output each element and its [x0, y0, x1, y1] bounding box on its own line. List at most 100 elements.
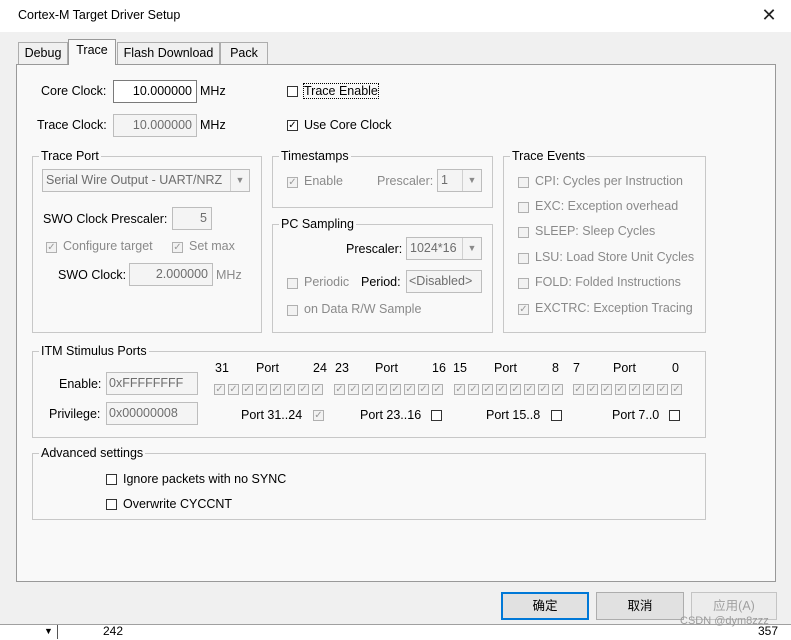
periodic-checkbox[interactable]	[287, 278, 298, 289]
itm-bit-14-checkbox[interactable]: ✓	[468, 384, 479, 395]
itm-header-8: 8	[552, 361, 559, 375]
itm-bit-7-checkbox[interactable]: ✓	[573, 384, 584, 395]
itm-bit-22-checkbox[interactable]: ✓	[348, 384, 359, 395]
ignore-packets-checkbox[interactable]	[106, 474, 117, 485]
swo-prescaler-input[interactable]: 5	[172, 207, 212, 230]
port-23-16-checkbox[interactable]	[431, 410, 442, 421]
itm-bit-27-checkbox[interactable]: ✓	[270, 384, 281, 395]
itm-bit-24-checkbox[interactable]: ✓	[312, 384, 323, 395]
background-divider	[57, 625, 58, 639]
itm-bit-19-checkbox[interactable]: ✓	[390, 384, 401, 395]
itm-bit-2-checkbox[interactable]: ✓	[643, 384, 654, 395]
port-23-16-label: Port 23..16	[360, 408, 422, 422]
itm-header-16: 16	[432, 361, 446, 375]
cancel-button[interactable]: 取消	[596, 592, 684, 620]
trace-port-title: Trace Port	[39, 149, 101, 163]
itm-enable-input[interactable]: 0xFFFFFFFF	[106, 372, 198, 395]
itm-bit-28-checkbox[interactable]: ✓	[256, 384, 267, 395]
itm-bit-1-checkbox[interactable]: ✓	[657, 384, 668, 395]
trace-port-select[interactable]: Serial Wire Output - UART/NRZ ▼	[42, 169, 250, 192]
sleep-label: SLEEP: Sleep Cycles	[535, 224, 656, 238]
itm-bit-23-checkbox[interactable]: ✓	[334, 384, 345, 395]
exc-label: EXC: Exception overhead	[535, 199, 679, 213]
fold-checkbox[interactable]	[518, 278, 529, 289]
trace-enable-checkbox[interactable]	[287, 86, 298, 97]
itm-bit-3-checkbox[interactable]: ✓	[629, 384, 640, 395]
swo-clock-input[interactable]: 2.000000	[129, 263, 213, 286]
ignore-packets-label: Ignore packets with no SYNC	[123, 472, 287, 486]
itm-bit-15-checkbox[interactable]: ✓	[454, 384, 465, 395]
itm-bit-11-checkbox[interactable]: ✓	[510, 384, 521, 395]
port-31-24-label: Port 31..24	[241, 408, 303, 422]
itm-bit-0-checkbox[interactable]: ✓	[671, 384, 682, 395]
tab-pack[interactable]: Pack	[220, 42, 268, 64]
pc-sampling-prescaler-value: 1024*16	[410, 241, 457, 255]
timestamps-enable-checkbox[interactable]: ✓	[287, 177, 298, 188]
itm-bit-5-checkbox[interactable]: ✓	[601, 384, 612, 395]
pc-sampling-prescaler-select[interactable]: 1024*16 ▼	[406, 237, 482, 260]
swo-clock-unit: MHz	[216, 268, 242, 282]
tab-flash-download[interactable]: Flash Download	[117, 42, 220, 64]
itm-bit-29-checkbox[interactable]: ✓	[242, 384, 253, 395]
background-number-left: 242	[103, 624, 124, 638]
set-max-checkbox[interactable]: ✓	[172, 242, 183, 253]
lsu-checkbox[interactable]	[518, 253, 529, 264]
itm-bit-10-checkbox[interactable]: ✓	[524, 384, 535, 395]
itm-bit-4-checkbox[interactable]: ✓	[615, 384, 626, 395]
itm-header-port-b: Port	[375, 361, 398, 375]
itm-enable-label: Enable:	[59, 377, 102, 391]
sleep-checkbox[interactable]	[518, 227, 529, 238]
timestamps-prescaler-select[interactable]: 1 ▼	[437, 169, 482, 192]
period-input[interactable]: <Disabled>	[406, 270, 482, 293]
exctrc-checkbox[interactable]: ✓	[518, 304, 529, 315]
timestamps-prescaler-value: 1	[441, 173, 448, 187]
on-data-rw-checkbox[interactable]	[287, 305, 298, 316]
set-max-label: Set max	[189, 239, 235, 253]
exctrc-label: EXCTRC: Exception Tracing	[535, 301, 693, 315]
close-icon[interactable]: ✕	[758, 3, 780, 27]
chevron-down-icon: ▼	[462, 238, 481, 259]
port-7-0-checkbox[interactable]	[669, 410, 680, 421]
use-core-clock-checkbox[interactable]: ✓	[287, 120, 298, 131]
lsu-label: LSU: Load Store Unit Cycles	[535, 250, 695, 264]
overwrite-cyccnt-label: Overwrite CYCCNT	[123, 497, 233, 511]
port-7-0-label: Port 7..0	[612, 408, 660, 422]
pc-sampling-title: PC Sampling	[279, 217, 356, 231]
itm-bit-6-checkbox[interactable]: ✓	[587, 384, 598, 395]
itm-bit-12-checkbox[interactable]: ✓	[496, 384, 507, 395]
itm-privilege-input[interactable]: 0x00000008	[106, 402, 198, 425]
watermark: CSDN @dym8zzz	[680, 615, 769, 627]
itm-bit-13-checkbox[interactable]: ✓	[482, 384, 493, 395]
trace-clock-input[interactable]: 10.000000	[113, 114, 197, 137]
background-arrow-icon: ▼	[44, 626, 53, 636]
ok-button[interactable]: 确定	[501, 592, 589, 620]
overwrite-cyccnt-checkbox[interactable]	[106, 499, 117, 510]
itm-bit-18-checkbox[interactable]: ✓	[404, 384, 415, 395]
advanced-title: Advanced settings	[39, 446, 146, 460]
timestamps-enable-label: Enable	[304, 174, 343, 188]
itm-bit-21-checkbox[interactable]: ✓	[362, 384, 373, 395]
itm-bit-26-checkbox[interactable]: ✓	[284, 384, 295, 395]
swo-prescaler-label: SWO Clock Prescaler:	[43, 212, 168, 226]
trace-enable-label: Trace Enable	[303, 83, 379, 99]
use-core-clock-label: Use Core Clock	[304, 118, 392, 132]
itm-enable-bits: ✓ ✓ ✓ ✓ ✓ ✓ ✓ ✓ ✓ ✓ ✓ ✓ ✓ ✓ ✓ ✓ ✓ ✓ ✓ ✓ ✓ ✓ ✓ ✓ ✓ ✓ ✓ ✓ ✓ ✓ ✓ ✓	[214, 383, 694, 397]
trace-clock-label: Trace Clock:	[37, 118, 107, 132]
tab-debug[interactable]: Debug	[18, 42, 68, 64]
port-15-8-checkbox[interactable]	[551, 410, 562, 421]
core-clock-input[interactable]: 10.000000	[113, 80, 197, 103]
tab-trace[interactable]: Trace	[68, 39, 116, 65]
cpi-checkbox[interactable]	[518, 177, 529, 188]
itm-bit-9-checkbox[interactable]: ✓	[538, 384, 549, 395]
itm-bit-17-checkbox[interactable]: ✓	[418, 384, 429, 395]
itm-bit-8-checkbox[interactable]: ✓	[552, 384, 563, 395]
port-31-24-checkbox[interactable]: ✓	[313, 410, 324, 421]
itm-bit-16-checkbox[interactable]: ✓	[432, 384, 443, 395]
configure-target-checkbox[interactable]: ✓	[46, 242, 57, 253]
itm-bit-20-checkbox[interactable]: ✓	[376, 384, 387, 395]
itm-header-24: 24	[313, 361, 327, 375]
itm-bit-30-checkbox[interactable]: ✓	[228, 384, 239, 395]
itm-bit-31-checkbox[interactable]: ✓	[214, 384, 225, 395]
exc-checkbox[interactable]	[518, 202, 529, 213]
itm-bit-25-checkbox[interactable]: ✓	[298, 384, 309, 395]
